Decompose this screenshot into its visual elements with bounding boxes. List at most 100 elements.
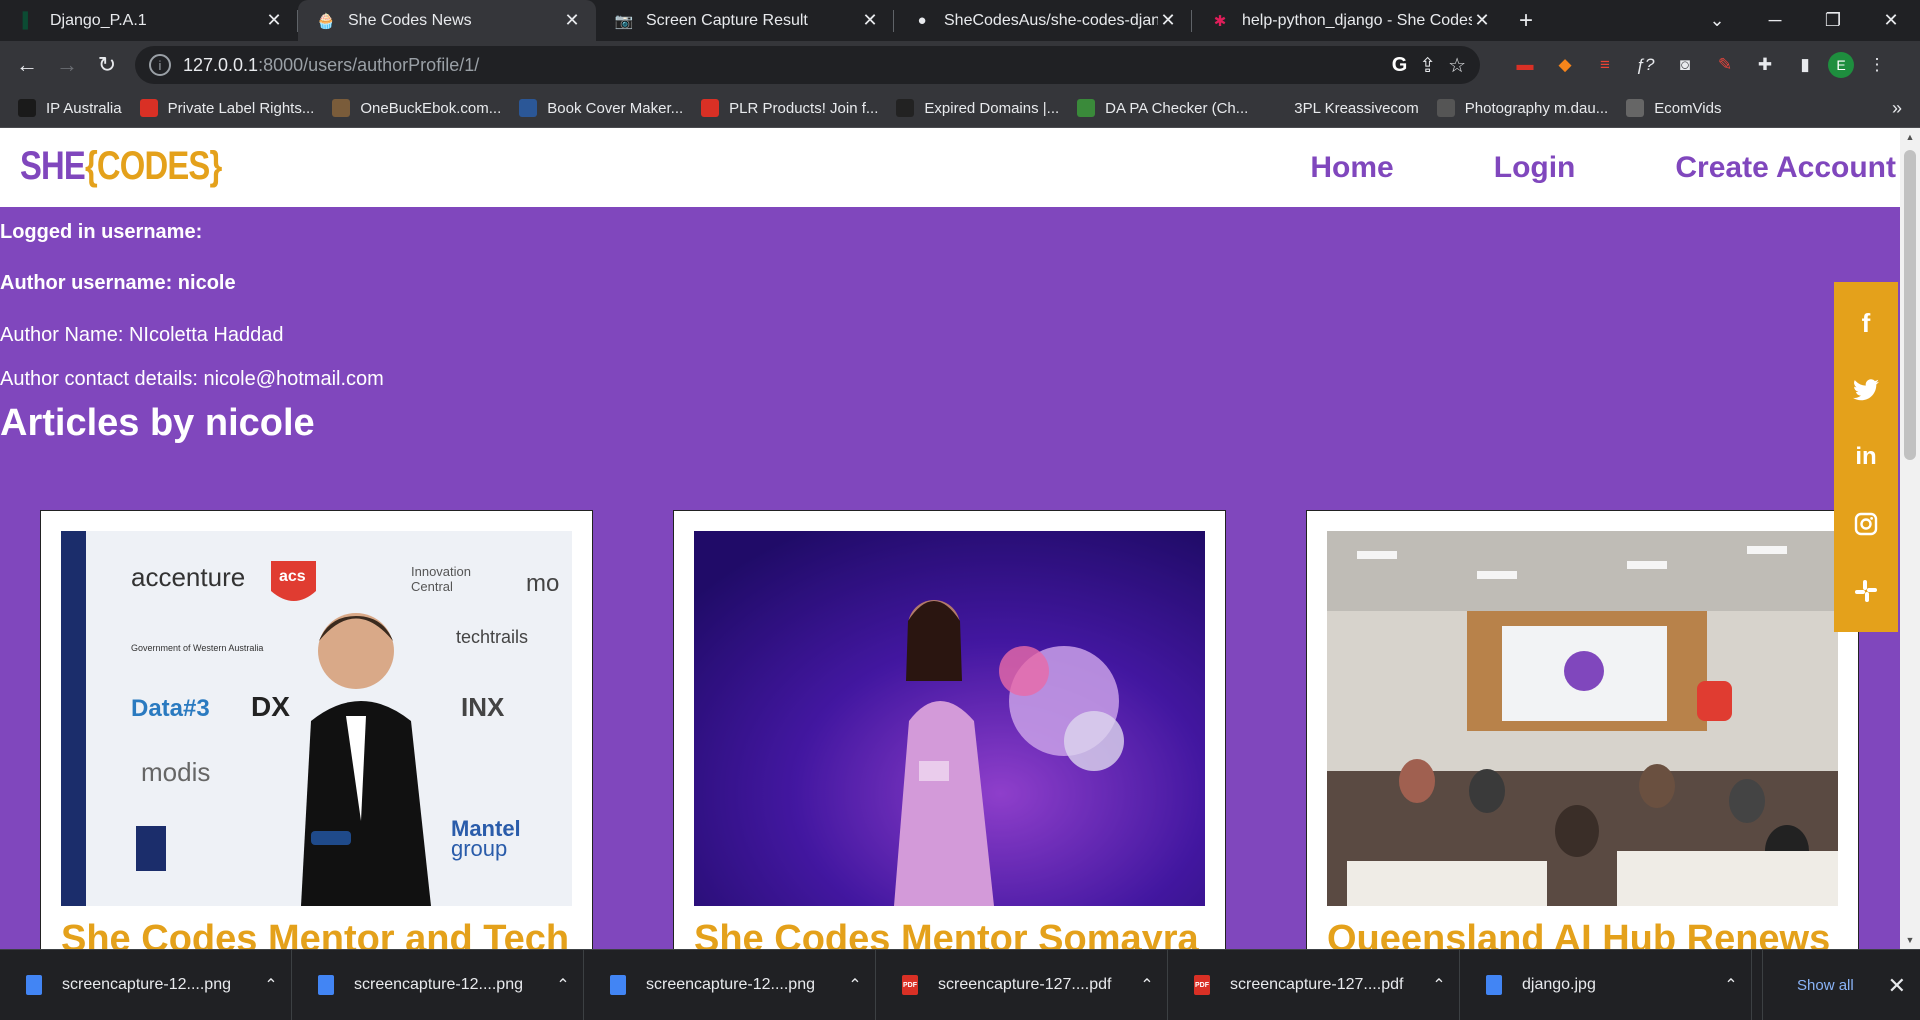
- bookmark-item[interactable]: DA PA Checker (Ch...: [1077, 99, 1248, 117]
- close-window-icon[interactable]: ✕: [1862, 0, 1920, 41]
- svg-text:DX: DX: [251, 691, 290, 722]
- side-panel-icon[interactable]: ▮: [1788, 48, 1822, 82]
- profile-avatar[interactable]: E: [1828, 52, 1854, 78]
- extension-camera-icon[interactable]: ◙: [1668, 48, 1702, 82]
- slack-icon: ✱: [1213, 12, 1227, 30]
- article-title[interactable]: She Codes Mentor and Tech: [61, 918, 569, 949]
- restore-icon[interactable]: ❐: [1804, 0, 1862, 41]
- bookmarks-overflow-icon[interactable]: »: [1892, 98, 1902, 119]
- omnibox-actions: G ⇪ ☆: [1392, 46, 1466, 84]
- author-contact: Author contact details: nicole@hotmail.c…: [0, 368, 384, 390]
- address-bar[interactable]: i 127.0.0.1:8000/users/authorProfile/1/ …: [135, 46, 1480, 84]
- extension-fx-icon[interactable]: ƒ?: [1628, 48, 1662, 82]
- site-info-icon[interactable]: i: [149, 54, 171, 76]
- download-options-icon[interactable]: ⌃: [251, 975, 291, 995]
- bookmark-item[interactable]: Photography m.dau...: [1436, 99, 1608, 117]
- article-card[interactable]: accenture acs Innovation Central mo tech…: [40, 510, 593, 949]
- extension-stack-icon[interactable]: ≡: [1588, 48, 1622, 82]
- download-item[interactable]: django.jpg ⌃: [1460, 949, 1752, 1020]
- instagram-icon[interactable]: [1846, 504, 1886, 544]
- download-options-icon[interactable]: ⌃: [1711, 975, 1751, 995]
- nav-login-link[interactable]: Login: [1494, 151, 1576, 185]
- extensions-puzzle-icon[interactable]: ✚: [1748, 48, 1782, 82]
- bookmark-item[interactable]: Expired Domains |...: [896, 99, 1059, 117]
- bookmark-item[interactable]: IP Australia: [18, 99, 122, 117]
- article-image-stage-photo[interactable]: [694, 531, 1205, 906]
- article-card[interactable]: Queensland AI Hub Renews: [1306, 510, 1859, 949]
- article-title[interactable]: She Codes Mentor Somayra: [694, 918, 1199, 949]
- bookmark-item[interactable]: EcomVids: [1626, 99, 1721, 117]
- extension-fox-icon[interactable]: ◆: [1548, 48, 1582, 82]
- download-item[interactable]: screencapture-12....png ⌃: [0, 949, 292, 1020]
- bookmark-item[interactable]: Private Label Rights...: [139, 99, 314, 117]
- close-tab-icon[interactable]: ✕: [1472, 10, 1492, 31]
- close-tab-icon[interactable]: ✕: [1158, 10, 1178, 31]
- tab-slack[interactable]: ✱ help-python_django - She Codes ✕: [1192, 0, 1506, 41]
- extension-red-icon[interactable]: ▬: [1508, 48, 1542, 82]
- scrollbar-thumb[interactable]: [1904, 150, 1916, 460]
- tab-django[interactable]: ▌ Django_P.A.1 ✕: [0, 0, 298, 41]
- image-file-icon: [318, 975, 334, 995]
- bookmark-item[interactable]: 3PL Kreassivecom: [1266, 99, 1419, 117]
- new-tab-button[interactable]: +: [1506, 0, 1546, 41]
- google-icon[interactable]: G: [1392, 54, 1408, 77]
- article-card[interactable]: She Codes Mentor Somayra: [673, 510, 1226, 949]
- menu-kebab-icon[interactable]: ⋮: [1860, 48, 1894, 82]
- bookmark-star-icon[interactable]: ☆: [1448, 53, 1466, 78]
- download-item[interactable]: PDF screencapture-127....pdf ⌃: [876, 949, 1168, 1020]
- svg-text:Innovation: Innovation: [411, 564, 471, 579]
- bookmark-item[interactable]: PLR Products! Join f...: [701, 99, 878, 117]
- download-item[interactable]: screencapture-12....png ⌃: [292, 949, 584, 1020]
- svg-text:techtrails: techtrails: [456, 627, 528, 647]
- tab-search-icon[interactable]: ⌄: [1688, 0, 1746, 41]
- extensions-bar: ▬ ◆ ≡ ƒ? ◙ ✎ ✚ ▮ E ⋮: [1508, 41, 1894, 89]
- download-item[interactable]: PDF screencapture-127....pdf ⌃: [1168, 949, 1460, 1020]
- url-text[interactable]: 127.0.0.1:8000/users/authorProfile/1/: [183, 55, 479, 76]
- django-icon: ▌: [22, 12, 34, 29]
- download-options-icon[interactable]: ⌃: [543, 975, 583, 995]
- nav-create-account-link[interactable]: Create Account: [1675, 151, 1896, 185]
- download-options-icon[interactable]: ⌃: [1419, 975, 1459, 995]
- download-options-icon[interactable]: ⌃: [835, 975, 875, 995]
- article-image-award-photo[interactable]: accenture acs Innovation Central mo tech…: [61, 531, 572, 906]
- scroll-up-icon[interactable]: ▲: [1900, 128, 1920, 146]
- show-all-downloads-button[interactable]: Show all: [1762, 950, 1854, 1020]
- extension-pen-icon[interactable]: ✎: [1708, 48, 1742, 82]
- downloads-bar: screencapture-12....png ⌃ screencapture-12…: [0, 949, 1920, 1020]
- linkedin-icon[interactable]: in: [1846, 437, 1886, 477]
- she-codes-logo[interactable]: SHE{CODES}: [20, 144, 222, 189]
- bookmark-favicon-icon: [519, 99, 538, 117]
- tab-github[interactable]: ● SheCodesAus/she-codes-django ✕: [894, 0, 1192, 41]
- nav-home-link[interactable]: Home: [1310, 151, 1393, 185]
- tab-she-codes-news[interactable]: 🧁 She Codes News ✕: [298, 0, 596, 41]
- close-tab-icon[interactable]: ✕: [562, 10, 582, 31]
- tab-screen-capture[interactable]: 📷 Screen Capture Result ✕: [596, 0, 894, 41]
- back-icon[interactable]: ←: [7, 45, 47, 85]
- close-downloads-icon[interactable]: ✕: [1888, 950, 1906, 1020]
- pdf-file-icon: PDF: [902, 975, 918, 995]
- share-icon[interactable]: ⇪: [1419, 53, 1436, 78]
- article-image-meeting-room[interactable]: [1327, 531, 1838, 906]
- page-scrollbar[interactable]: ▲ ▼: [1900, 128, 1920, 949]
- article-title[interactable]: Queensland AI Hub Renews: [1327, 918, 1830, 949]
- download-options-icon[interactable]: ⌃: [1127, 975, 1167, 995]
- twitter-icon[interactable]: [1846, 370, 1886, 410]
- download-item[interactable]: screencapture-12....png ⌃: [584, 949, 876, 1020]
- forward-icon[interactable]: →: [47, 45, 87, 85]
- articles-heading: Articles by nicole: [0, 402, 315, 444]
- browser-window: ▌ Django_P.A.1 ✕ 🧁 She Codes News ✕ 📷 Sc…: [0, 0, 1920, 1020]
- close-tab-icon[interactable]: ✕: [860, 10, 880, 31]
- bookmark-item[interactable]: Book Cover Maker...: [519, 99, 683, 117]
- reload-icon[interactable]: ↻: [87, 45, 127, 85]
- bookmark-item[interactable]: OneBuckEbok.com...: [332, 99, 501, 117]
- close-tab-icon[interactable]: ✕: [264, 10, 284, 31]
- author-username: Author username: nicole: [0, 272, 236, 294]
- svg-text:accenture: accenture: [131, 562, 245, 592]
- image-file-icon: [1486, 975, 1502, 995]
- bookmark-favicon-icon: [1626, 99, 1645, 117]
- camera-icon: 📷: [614, 12, 634, 30]
- slack-icon[interactable]: [1846, 571, 1886, 611]
- minimize-icon[interactable]: ─: [1746, 0, 1804, 41]
- facebook-icon[interactable]: f: [1846, 303, 1886, 343]
- scroll-down-icon[interactable]: ▼: [1900, 931, 1920, 949]
